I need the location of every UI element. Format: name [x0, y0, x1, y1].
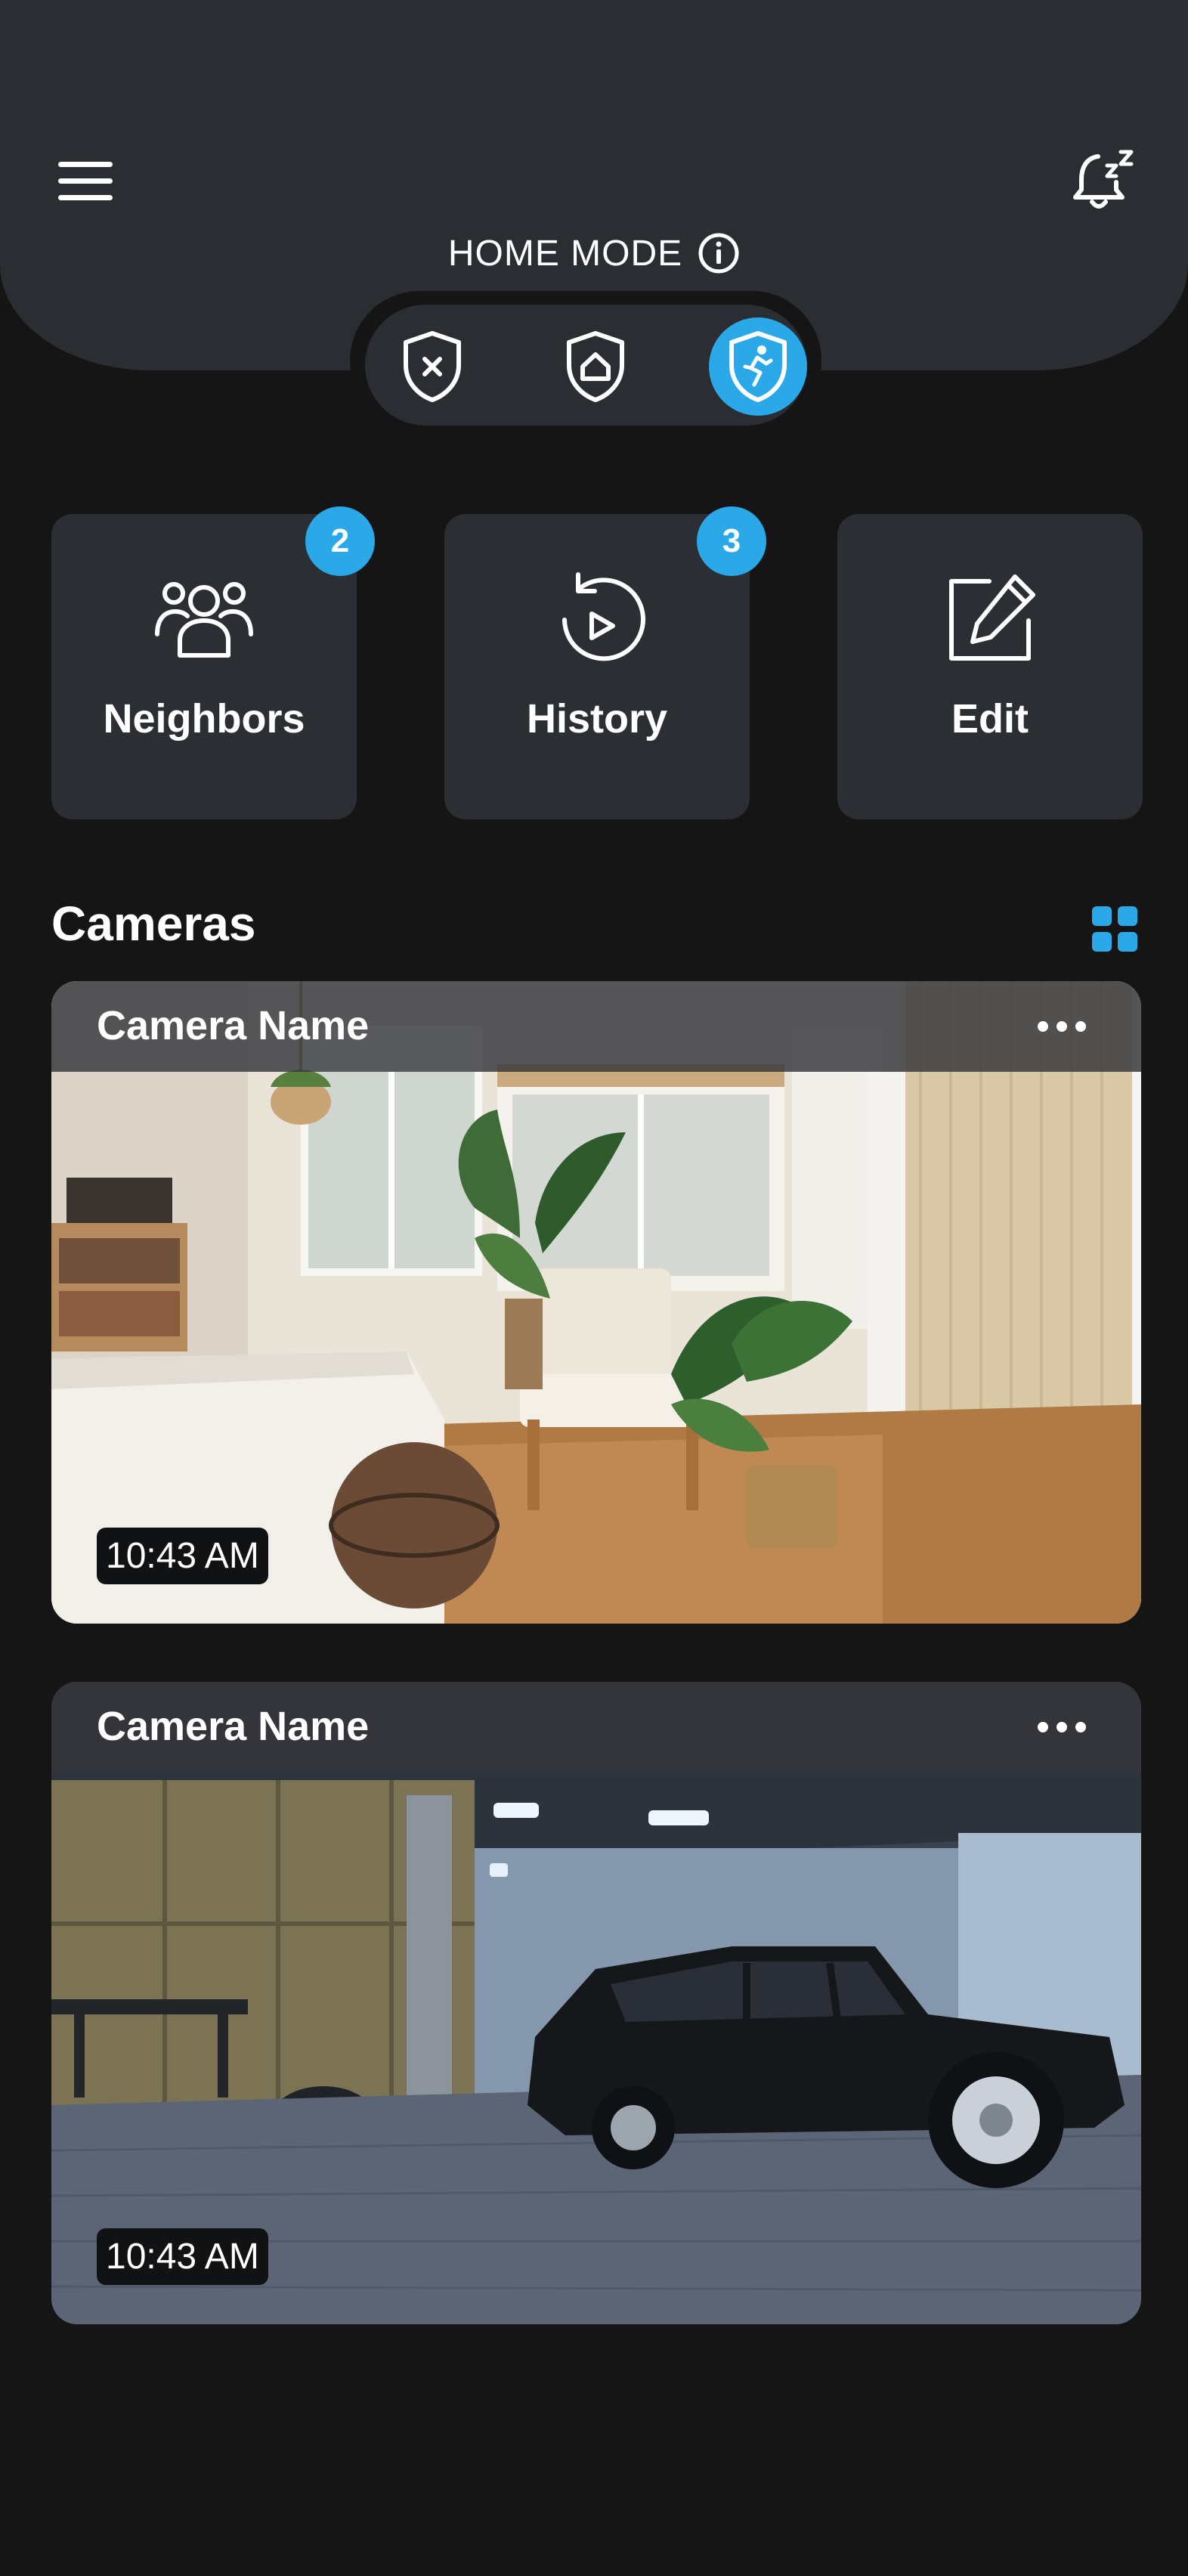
mode-title-text: HOME MODE [447, 233, 683, 274]
camera-timestamp: 10:43 AM [97, 2228, 268, 2285]
history-play-icon [562, 572, 645, 661]
tile-label: Edit [951, 696, 1029, 742]
camera-name: Camera Name [97, 1704, 370, 1749]
more-horizontal-icon [1038, 1722, 1086, 1732]
camera-more-button[interactable] [1028, 1697, 1096, 1757]
grid-view-button[interactable] [1087, 901, 1143, 957]
camera-card[interactable]: Camera Name 10:43 AM [51, 1682, 1141, 2324]
neighbors-icon [155, 582, 253, 658]
menu-button[interactable] [53, 155, 118, 208]
camera-card[interactable]: Camera Name 10:43 AM [51, 981, 1141, 1624]
tile-edit[interactable]: Edit [837, 514, 1143, 819]
tile-neighbors[interactable]: Neighbors 2 [51, 506, 375, 819]
tile-icon-wrap [837, 563, 1143, 677]
mode-home-button[interactable] [546, 317, 645, 416]
shield-x-icon [404, 331, 461, 402]
camera-timestamp: 10:43 AM [97, 1528, 268, 1584]
shield-home-icon [567, 331, 624, 402]
camera-name: Camera Name [97, 1003, 370, 1048]
tile-icon-wrap [444, 563, 750, 677]
tile-label: Neighbors [103, 696, 305, 742]
bell-snooze-icon [1073, 150, 1134, 209]
snooze-notifications-button[interactable] [1066, 144, 1141, 219]
mode-title: HOME MODE [0, 227, 1188, 280]
camera-header: Camera Name [51, 1682, 1141, 1773]
hamburger-menu-icon [58, 162, 113, 200]
notification-badge: 3 [697, 506, 766, 576]
mode-away-button[interactable] [709, 317, 807, 416]
camera-header: Camera Name [51, 981, 1141, 1072]
mode-disarmed-button[interactable] [383, 317, 481, 416]
shield-running-icon [729, 331, 787, 402]
tile-label: History [526, 696, 668, 742]
info-circle-icon[interactable] [698, 232, 740, 274]
edit-pencil-icon [949, 574, 1035, 661]
tile-history[interactable]: History 3 [444, 506, 766, 819]
notification-badge: 2 [305, 506, 375, 576]
tile-icon-wrap [51, 563, 357, 677]
camera-more-button[interactable] [1028, 996, 1096, 1057]
more-horizontal-icon [1038, 1021, 1086, 1032]
grid-view-icon [1092, 906, 1137, 952]
cameras-section-title: Cameras [51, 896, 256, 951]
